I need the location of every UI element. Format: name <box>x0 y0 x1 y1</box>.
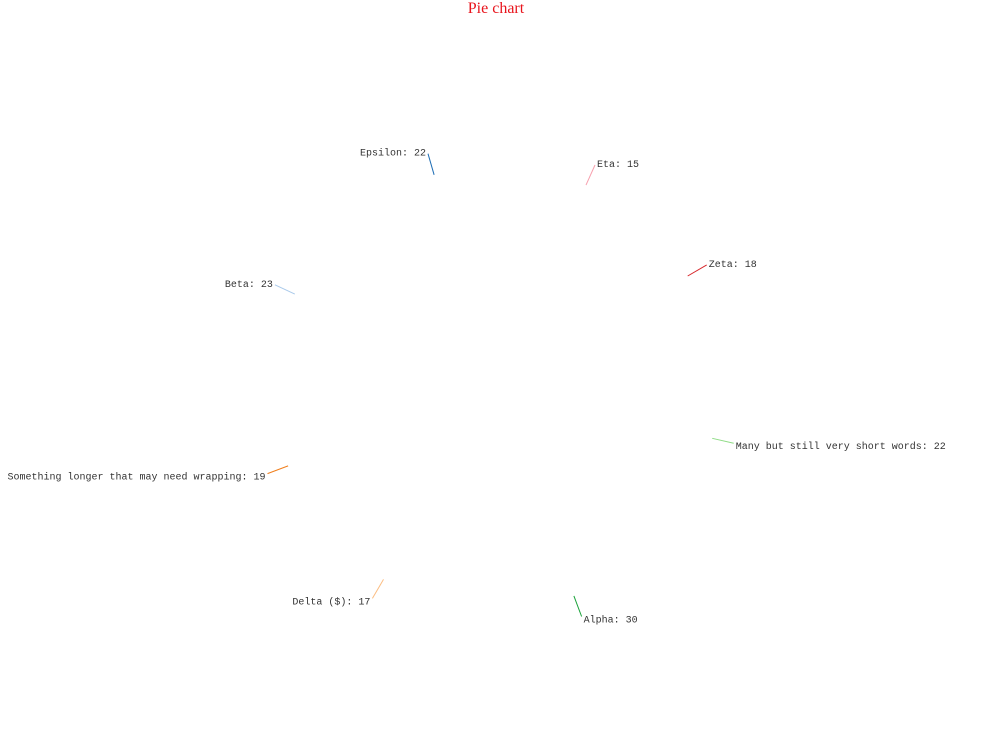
pie-slice <box>367 188 522 388</box>
pie-slice <box>296 235 496 388</box>
slice-label: Delta ($): 17 <box>292 596 370 608</box>
leader-line <box>371 579 384 599</box>
pie-chart: Alpha: 30 Many but still very short words… <box>7 148 946 627</box>
leader-line <box>712 437 734 444</box>
slice-label: Something longer that may need wrapping:… <box>7 472 265 484</box>
leader-line <box>267 465 289 475</box>
pie-slice <box>496 190 625 388</box>
slice-label: Zeta: 18 <box>709 260 757 271</box>
slice-label: Epsilon: 22 <box>360 148 426 160</box>
pie-slice <box>454 388 655 588</box>
leader-line <box>687 264 707 277</box>
leader-line <box>427 153 435 175</box>
slice-label: Eta: 15 <box>597 160 639 171</box>
pie-slice <box>496 351 696 509</box>
slice-label: Alpha: 30 <box>584 615 638 627</box>
pie-slice <box>496 235 692 388</box>
slice-label: Beta: 23 <box>225 280 273 291</box>
pie-slice <box>345 388 496 584</box>
leader-line <box>274 284 296 295</box>
pie-slice <box>296 388 496 520</box>
leader-line <box>573 595 583 617</box>
leader-line <box>585 164 596 186</box>
slice-label: Many but still very short words: 22 <box>736 441 946 453</box>
